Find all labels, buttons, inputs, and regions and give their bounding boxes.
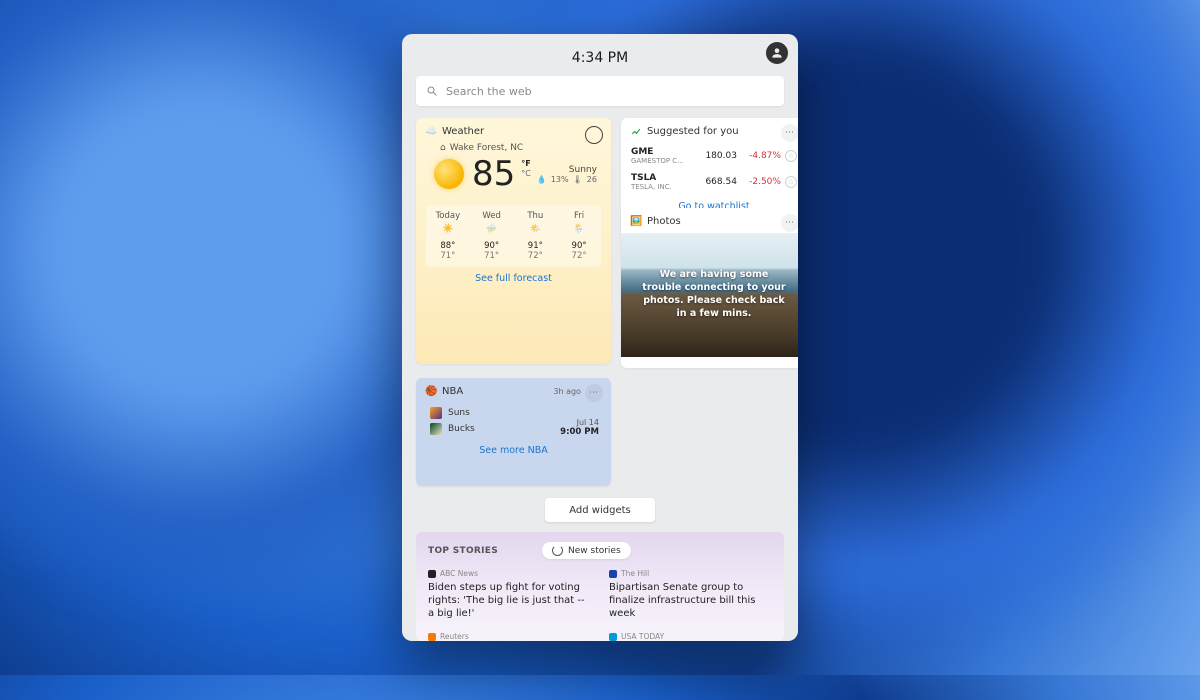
rain-icon: 🌦️ <box>571 224 587 238</box>
more-options-button[interactable]: ⋯ <box>781 214 798 232</box>
clock: 4:34 PM <box>572 50 628 66</box>
sunny-icon: ☀️ <box>440 224 456 238</box>
search-input[interactable] <box>446 85 774 98</box>
weather-dewpoint: 26 <box>587 175 597 184</box>
weather-humidity: 13% <box>551 175 569 184</box>
photos-widget[interactable]: 🖼️ Photos ⋯ We are having some trouble c… <box>621 208 798 368</box>
photos-title: Photos <box>647 216 681 227</box>
partly-cloudy-icon: 🌤️ <box>527 224 543 238</box>
panel-header: 4:34 PM <box>416 44 784 72</box>
weather-forecast: Today ☀️ 88°71° Wed ⛈️ 90°71° Thu 🌤️ 91°… <box>426 205 601 267</box>
team-name: Bucks <box>448 424 475 434</box>
weather-location: Wake Forest, NC <box>440 143 601 153</box>
news-item[interactable]: The Hill Bipartisan Senate group to fina… <box>609 569 772 620</box>
top-stories-title: TOP STORIES <box>428 546 498 556</box>
stocks-title: Suggested for you <box>647 126 739 137</box>
nba-widget[interactable]: 🏀 NBA 3h ago ⋯ Suns Bucks Jul 14 9:00 PM… <box>416 378 611 486</box>
forecast-day[interactable]: Wed ⛈️ 90°71° <box>470 211 514 261</box>
unit-c[interactable]: °C <box>521 169 531 179</box>
forecast-day[interactable]: Thu 🌤️ 91°72° <box>513 211 557 261</box>
photos-placeholder-image: We are having some trouble connecting to… <box>621 233 798 357</box>
news-source: Reuters <box>440 632 469 641</box>
nba-icon: 🏀 <box>426 386 437 397</box>
weather-current: 85 °F °C Sunny 💧 13% 🌡 26 <box>426 155 601 195</box>
stock-price: 668.54 <box>697 177 737 187</box>
refresh-ring-icon[interactable] <box>585 126 603 144</box>
photos-icon: 🖼️ <box>631 216 642 227</box>
source-dot-icon <box>428 633 436 641</box>
dew-icon: 🌡 <box>573 175 583 184</box>
weather-units[interactable]: °F °C <box>521 159 531 180</box>
sun-icon <box>434 159 464 189</box>
search-icon <box>426 85 438 97</box>
top-stories-section: TOP STORIES New stories ABC News Biden s… <box>416 532 784 641</box>
stock-row[interactable]: TSLATESLA, INC. 668.54 -2.50% <box>631 169 797 195</box>
news-item[interactable]: ABC News Biden steps up fight for voting… <box>428 569 591 620</box>
forecast-day[interactable]: Fri 🌦️ 90°72° <box>557 211 601 261</box>
more-options-button[interactable]: ⋯ <box>781 124 798 142</box>
more-options-button[interactable]: ⋯ <box>585 384 603 402</box>
nba-title: NBA <box>442 386 463 397</box>
stocks-icon <box>631 126 642 137</box>
news-headline: Bipartisan Senate group to finalize infr… <box>609 581 772 620</box>
weather-title: Weather <box>442 126 484 137</box>
news-item[interactable]: Reuters Texas Democrats defy calls for t… <box>428 632 591 641</box>
search-box[interactable] <box>416 76 784 106</box>
news-source: The Hill <box>621 569 649 578</box>
stock-change: -2.50% <box>737 177 781 187</box>
suns-logo-icon <box>430 407 442 419</box>
stock-row[interactable]: GMEGAMESTOP C... 180.03 -4.87% <box>631 143 797 169</box>
drop-icon: 💧 <box>537 175 547 184</box>
stock-price: 180.03 <box>697 151 737 161</box>
widgets-panel: 4:34 PM ☁️ Weather Wake Forest, NC 85 °F… <box>402 34 798 641</box>
team-name: Suns <box>448 408 470 418</box>
weather-widget[interactable]: ☁️ Weather Wake Forest, NC 85 °F °C Sunn… <box>416 118 611 364</box>
watchlist-star-button[interactable] <box>785 150 797 162</box>
weather-icon: ☁️ <box>426 126 437 137</box>
see-more-nba-link[interactable]: See more NBA <box>426 445 601 456</box>
news-source: ABC News <box>440 569 478 578</box>
user-icon <box>770 46 784 60</box>
bucks-logo-icon <box>430 423 442 435</box>
source-dot-icon <box>609 633 617 641</box>
photos-error-message: We are having some trouble connecting to… <box>640 269 789 320</box>
news-headline: Biden steps up fight for voting rights: … <box>428 581 591 620</box>
weather-condition: Sunny <box>537 165 597 175</box>
storm-icon: ⛈️ <box>484 224 500 238</box>
new-stories-button[interactable]: New stories <box>542 542 631 559</box>
news-source: USA TODAY <box>621 632 664 641</box>
nba-time-ago: 3h ago <box>553 387 581 396</box>
add-widgets-button[interactable]: Add widgets <box>545 498 655 522</box>
news-item[interactable]: USA TODAY Book describes 'anarchy and ch… <box>609 632 772 641</box>
forecast-day[interactable]: Today ☀️ 88°71° <box>426 211 470 261</box>
source-dot-icon <box>428 570 436 578</box>
widgets-grid: ☁️ Weather Wake Forest, NC 85 °F °C Sunn… <box>416 118 784 486</box>
unit-f[interactable]: °F <box>521 159 531 169</box>
user-avatar[interactable] <box>766 42 788 64</box>
stock-change: -4.87% <box>737 151 781 161</box>
see-full-forecast-link[interactable]: See full forecast <box>426 273 601 284</box>
weather-temperature: 85 <box>472 157 515 191</box>
game-datetime: Jul 14 9:00 PM <box>560 418 599 437</box>
watchlist-star-button[interactable] <box>785 176 797 188</box>
source-dot-icon <box>609 570 617 578</box>
